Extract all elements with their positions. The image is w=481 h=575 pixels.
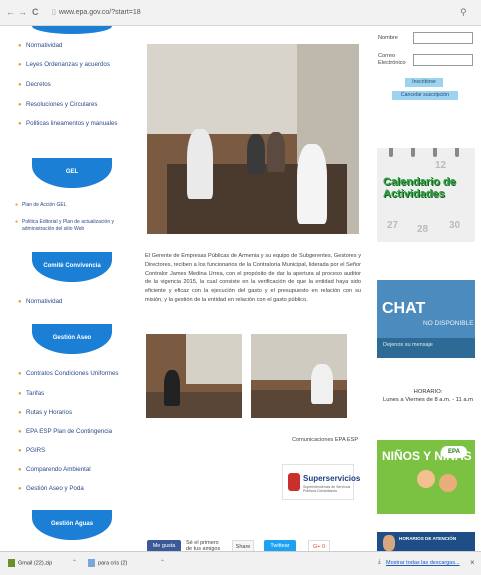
chat-status: NO DISPONIBLE	[423, 320, 474, 327]
superservicios-mark	[288, 473, 300, 491]
sidebar-item-normatividad[interactable]: Normatividad	[18, 42, 134, 50]
magnifier-icon[interactable]: ⚲	[460, 7, 467, 18]
meeting-photo-main	[147, 44, 359, 234]
calendar-banner[interactable]: 12 27 28 30 Calendario de Actividades	[377, 148, 475, 242]
superservicios-name: Superservicios	[303, 474, 361, 483]
url-text: www.epa.gov.co/?start=18	[58, 9, 141, 16]
back-button[interactable]: ←	[6, 6, 15, 18]
epa-badge: EPA	[441, 446, 467, 458]
forward-button[interactable]: →	[18, 6, 27, 18]
download-icon: ⤓	[378, 559, 381, 565]
download-item[interactable]: para cris (2)	[88, 559, 127, 567]
chevron-up-icon[interactable]: ⌃	[72, 559, 77, 566]
meeting-photo-left	[146, 334, 242, 418]
sidebar-header-gel: GEL	[32, 158, 112, 188]
download-bar: Gmail (22).zip ⌃ para cris (2) ⌃ ⤓ Mostr…	[0, 551, 481, 575]
superservicios-logo[interactable]: Superservicios Superintendencia de Servi…	[282, 464, 360, 500]
chat-message: Dejenos su mensaje	[383, 342, 433, 348]
calendar-day: 27	[387, 220, 399, 231]
download-item[interactable]: Gmail (22).zip	[8, 559, 52, 567]
sidebar-item-contratos[interactable]: Contratos Condiciones Uniformes	[18, 370, 134, 378]
sidebar-item-leyes[interactable]: Leyes Ordenanzas y acuerdos	[18, 61, 134, 69]
chevron-up-icon[interactable]: ⌃	[160, 559, 165, 566]
sidebar-item-pgirs[interactable]: PGIRS	[18, 447, 134, 455]
cancel-subscription-button[interactable]: Cancelar suscripción	[392, 91, 458, 100]
show-all-downloads-link[interactable]: Mostrar todas las descargas...	[386, 560, 460, 566]
close-icon[interactable]: ×	[470, 558, 475, 567]
correo-input[interactable]	[413, 54, 473, 66]
chat-banner[interactable]: CHAT NO DISPONIBLE Dejenos su mensaje	[377, 280, 475, 358]
sidebar-item-decretos[interactable]: Decretos	[18, 81, 134, 89]
superservicios-subtitle: Superintendencia de Servicios Públicos D…	[303, 485, 351, 493]
sidebar-header-convivencia: Comitè Convivencia	[32, 252, 112, 282]
sidebar-item-plan-gel[interactable]: Plan de Acción GEL	[15, 202, 134, 209]
reload-button[interactable]: C	[32, 6, 39, 18]
zip-file-icon	[8, 559, 15, 567]
sidebar-header-aseo: Gestión Aseo	[32, 324, 112, 354]
sidebar-item-aseo-poda[interactable]: Gestión Aseo y Poda	[18, 485, 134, 493]
chat-word: CHAT	[382, 300, 426, 317]
sidebar-header-aguas: Gestión Aguas	[32, 510, 112, 540]
horario-title: HORARIO:	[413, 389, 443, 395]
address-bar[interactable]: ▯ www.epa.gov.co/?start=18	[52, 6, 452, 20]
calendar-title: Calendario de Actividades	[383, 176, 456, 200]
browser-toolbar: ← → C ▯ www.epa.gov.co/?start=18 ⚲	[0, 0, 481, 26]
horario-text: Lunes a Viernes de 8 a.m. - 11 a.m	[383, 397, 474, 403]
facebook-like-label: Me gusta	[152, 543, 176, 549]
sidebar-item-contingencia[interactable]: EPA ESP Plan de Contingencia	[18, 428, 134, 436]
page-icon: ▯	[52, 9, 56, 16]
sidebar-item-politicas[interactable]: Politicas lineamentos y manuales	[18, 120, 134, 128]
subscribe-button[interactable]: Inscribirse	[405, 78, 443, 87]
sidebar-item-rutas[interactable]: Rutas y Horarios	[18, 409, 134, 417]
sidebar-item-tarifas[interactable]: Tarifas	[18, 390, 134, 398]
nombre-input[interactable]	[413, 32, 473, 44]
correo-label: Correo Electrónico	[378, 53, 406, 66]
sidebar-tab-top	[32, 26, 112, 34]
article-credit: Comunicaciones EPA ESP	[292, 437, 359, 443]
sidebar: Normatividad Leyes Ordenanzas y acuerdos…	[0, 26, 137, 551]
horarios-title: HORARIOS DE ATENCIÓN	[399, 536, 457, 541]
calendar-day: 28	[417, 224, 429, 235]
nombre-label: Nombre	[378, 35, 398, 41]
ninos-banner[interactable]: NIÑOS Y NIÑAS EPA	[377, 440, 475, 514]
file-icon	[88, 559, 95, 567]
sidebar-item-comparendo[interactable]: Comparendo Ambiental	[18, 466, 134, 474]
sidebar-item-politica-editorial[interactable]: Politica Editorial y Plan de actualizaci…	[15, 219, 134, 233]
sidebar-item-normatividad-convivencia[interactable]: Normatividad	[18, 298, 134, 306]
calendar-day: 30	[449, 220, 461, 231]
meeting-photo-right	[251, 334, 347, 418]
article-text: El Gerente de Empresas Públicas de Armen…	[145, 253, 361, 303]
horarios-banner[interactable]: HORARIOS DE ATENCIÓN	[377, 532, 475, 551]
horario-block: HORARIO: Lunes a Viernes de 8 a.m. - 11 …	[383, 388, 473, 404]
calendar-day: 12	[435, 160, 447, 171]
sidebar-item-resoluciones[interactable]: Resoluciones y Circulares	[18, 101, 134, 109]
